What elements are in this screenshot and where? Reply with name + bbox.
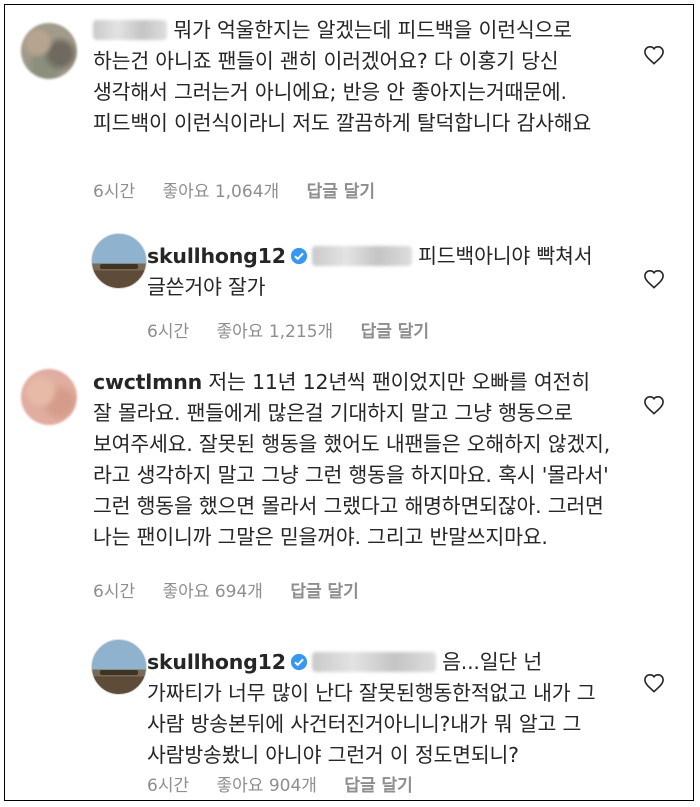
verified-icon: [290, 247, 307, 265]
blurred-mention[interactable]: [311, 652, 436, 672]
heart-icon[interactable]: [643, 673, 665, 693]
timestamp[interactable]: 6시간: [93, 182, 135, 202]
reply-button[interactable]: 답글 달기: [307, 182, 375, 202]
heart-icon[interactable]: [643, 45, 665, 65]
likes-count[interactable]: 좋아요 904개: [217, 776, 317, 796]
comment-thread: 뭐가 억울한지는 알겠는데 피드백을 이런식으로 하는건 아니죠 팬들이 괜히 …: [4, 4, 694, 801]
comment-text: skullhong12 음...일단 넌 가짜티가 너무 많이 난다 잘못된행동…: [147, 647, 617, 771]
reply-button[interactable]: 답글 달기: [290, 582, 358, 602]
timestamp[interactable]: 6시간: [147, 776, 189, 796]
timestamp[interactable]: 6시간: [93, 582, 135, 602]
comment-meta: 6시간 좋아요 1,064개 답글 달기: [93, 177, 397, 202]
heart-icon[interactable]: [643, 395, 665, 415]
likes-count[interactable]: 좋아요 694개: [163, 582, 263, 602]
likes-count[interactable]: 좋아요 1,215개: [217, 322, 334, 342]
comment-meta: 6시간 좋아요 904개 답글 달기: [147, 771, 435, 796]
reply-button[interactable]: 답글 달기: [361, 322, 429, 342]
comment-body: 저는 11년 12년씩 팬이었지만 오빠를 여전히 잘 몰라요. 팬들에게 많은…: [93, 370, 611, 549]
comment-text: cwctlmnn 저는 11년 12년씩 팬이었지만 오빠를 여전히 잘 몰라요…: [93, 367, 613, 553]
blurred-username[interactable]: [93, 20, 167, 40]
avatar[interactable]: [21, 369, 77, 425]
reply-button[interactable]: 답글 달기: [344, 776, 412, 796]
username[interactable]: skullhong12: [147, 650, 286, 674]
username[interactable]: cwctlmnn: [93, 370, 202, 394]
comment-text: skullhong12 피드백아니야 빡쳐서 글쓴거야 잘가: [147, 241, 617, 303]
heart-icon[interactable]: [643, 269, 665, 289]
comment-meta: 6시간 좋아요 694개 답글 달기: [93, 577, 381, 602]
timestamp[interactable]: 6시간: [147, 322, 189, 342]
comment-meta: 6시간 좋아요 1,215개 답글 달기: [147, 317, 451, 342]
username[interactable]: skullhong12: [147, 244, 286, 268]
avatar[interactable]: [91, 233, 147, 289]
comment-body: 뭐가 억울한지는 알겠는데 피드백을 이런식으로 하는건 아니죠 팬들이 괜히 …: [93, 18, 592, 135]
likes-count[interactable]: 좋아요 1,064개: [163, 182, 280, 202]
verified-icon: [290, 653, 307, 671]
blurred-mention[interactable]: [311, 246, 412, 266]
avatar[interactable]: [21, 23, 77, 79]
avatar[interactable]: [91, 639, 147, 695]
comment-text: 뭐가 억울한지는 알겠는데 피드백을 이런식으로 하는건 아니죠 팬들이 괜히 …: [93, 15, 613, 139]
